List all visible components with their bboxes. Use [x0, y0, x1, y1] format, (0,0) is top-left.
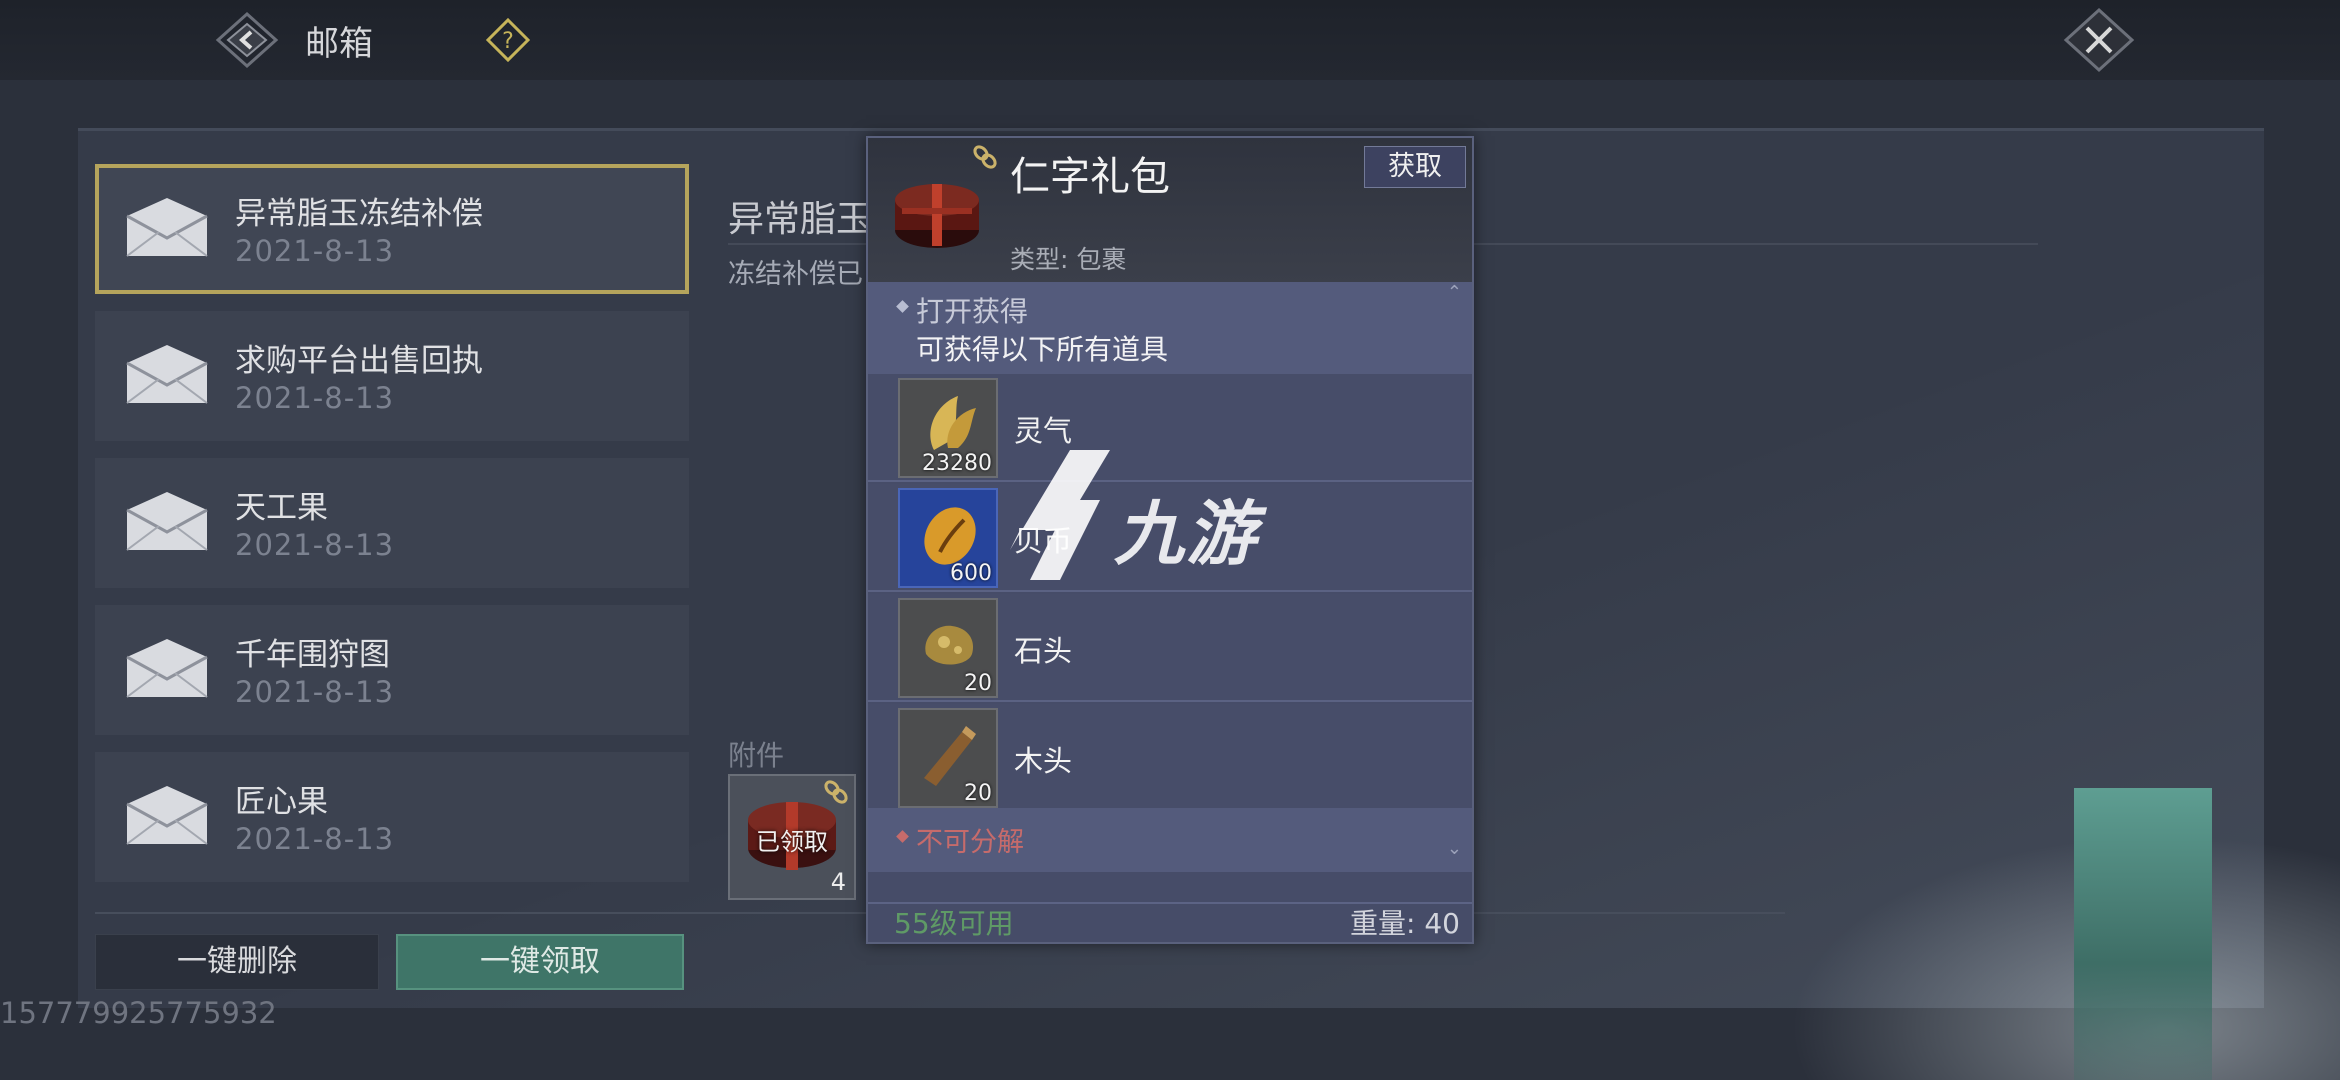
claim-all-button[interactable]: 一键领取: [396, 934, 684, 990]
reward-name: 石头: [1014, 634, 1073, 668]
svg-text:?: ?: [502, 29, 514, 54]
envelope-icon: [126, 492, 208, 551]
item-weight: 重量: 40: [1350, 907, 1460, 940]
reward-slot: 20: [898, 598, 998, 698]
attachment-slot[interactable]: 已领取 4: [728, 774, 856, 900]
background-light-pillar: [2074, 788, 2212, 1080]
chain-link-icon: [973, 145, 997, 169]
envelope-icon: [126, 639, 208, 698]
reward-row[interactable]: 20 木头: [868, 704, 1472, 812]
mail-item[interactable]: 求购平台出售回执 2021-8-13: [95, 311, 689, 441]
envelope-icon: [126, 198, 208, 257]
mail-date: 2021-8-13: [235, 675, 395, 709]
reward-count: 23280: [922, 451, 992, 476]
item-name: 仁字礼包: [1010, 154, 1170, 200]
close-button[interactable]: [2062, 6, 2136, 74]
mail-title: 匠心果: [235, 784, 328, 820]
delete-all-button[interactable]: 一键删除: [95, 934, 379, 990]
reward-name: 灵气: [1014, 414, 1073, 448]
top-bar: 邮箱 ?: [0, 0, 2340, 80]
back-arrow-icon: [215, 11, 279, 69]
golden-feather-icon: [930, 396, 976, 450]
get-source-button[interactable]: 获取: [1364, 146, 1466, 188]
mail-item[interactable]: 匠心果 2021-8-13: [95, 752, 689, 882]
open-reward-desc: 可获得以下所有道具: [916, 333, 1169, 366]
wood-log-icon: [924, 726, 976, 786]
background-glow: [1760, 820, 2340, 1080]
watermark-text: 九游: [1114, 493, 1258, 575]
item-type: 类型: 包裹: [1010, 245, 1127, 274]
reward-name: 贝币: [1014, 524, 1073, 558]
attachment-status: 已领取: [756, 828, 828, 856]
non-decomposable-section: 不可分解 ⌄: [868, 808, 1472, 872]
gift-box-icon: [895, 184, 979, 248]
mail-item[interactable]: 异常脂玉冻结补偿 2021-8-13: [95, 164, 689, 294]
close-icon: [2063, 7, 2135, 73]
mail-date: 2021-8-13: [235, 381, 395, 415]
reward-count: 600: [950, 561, 992, 586]
chain-link-icon: [824, 780, 848, 804]
mail-title: 千年围狩图: [235, 637, 390, 673]
scroll-down-icon[interactable]: ⌄: [1447, 838, 1462, 859]
attachment-count: 4: [830, 868, 846, 896]
question-icon: ?: [485, 17, 531, 63]
mail-title: 异常脂玉冻结补偿: [235, 196, 483, 232]
reward-count: 20: [964, 781, 992, 806]
mail-item[interactable]: 天工果 2021-8-13: [95, 458, 689, 588]
diamond-bullet-icon: [896, 830, 909, 843]
page-title: 邮箱: [305, 24, 373, 64]
mail-item[interactable]: 千年围狩图 2021-8-13: [95, 605, 689, 735]
mail-date: 2021-8-13: [235, 822, 395, 856]
attachment-label: 附件: [728, 739, 785, 772]
reward-row[interactable]: 20 石头: [868, 594, 1472, 702]
mail-title: 天工果: [235, 490, 328, 526]
ore-stone-icon: [925, 625, 974, 665]
reward-slot: 23280: [898, 378, 998, 478]
tooltip-header: 仁字礼包 获取 类型: 包裹: [868, 138, 1472, 282]
help-button[interactable]: ?: [485, 17, 531, 63]
scroll-up-icon[interactable]: ⌃: [1447, 282, 1462, 303]
cowrie-shell-icon: [924, 507, 976, 565]
user-id-text: 157779925775932: [0, 996, 277, 1030]
back-button[interactable]: [212, 10, 282, 70]
mail-detail-title: 异常脂玉: [728, 199, 868, 240]
reward-slot: 20: [898, 708, 998, 808]
envelope-icon: [126, 786, 208, 845]
mail-date: 2021-8-13: [235, 528, 395, 562]
diamond-bullet-icon: [896, 300, 909, 313]
open-reward-title: 打开获得: [916, 295, 1029, 328]
mail-date: 2021-8-13: [235, 234, 395, 268]
non-decomposable-text: 不可分解: [916, 827, 1024, 858]
reward-row[interactable]: 23280 灵气: [868, 374, 1472, 482]
open-reward-section: 打开获得 可获得以下所有道具 ⌃: [868, 282, 1472, 374]
level-requirement: 55级可用: [894, 907, 1014, 940]
reward-count: 20: [964, 671, 992, 696]
mail-detail-body: 冻结补偿已: [728, 259, 863, 290]
mail-title: 求购平台出售回执: [235, 343, 483, 379]
reward-name: 木头: [1014, 744, 1073, 778]
envelope-icon: [126, 345, 208, 404]
reward-slot: 600: [898, 488, 998, 588]
